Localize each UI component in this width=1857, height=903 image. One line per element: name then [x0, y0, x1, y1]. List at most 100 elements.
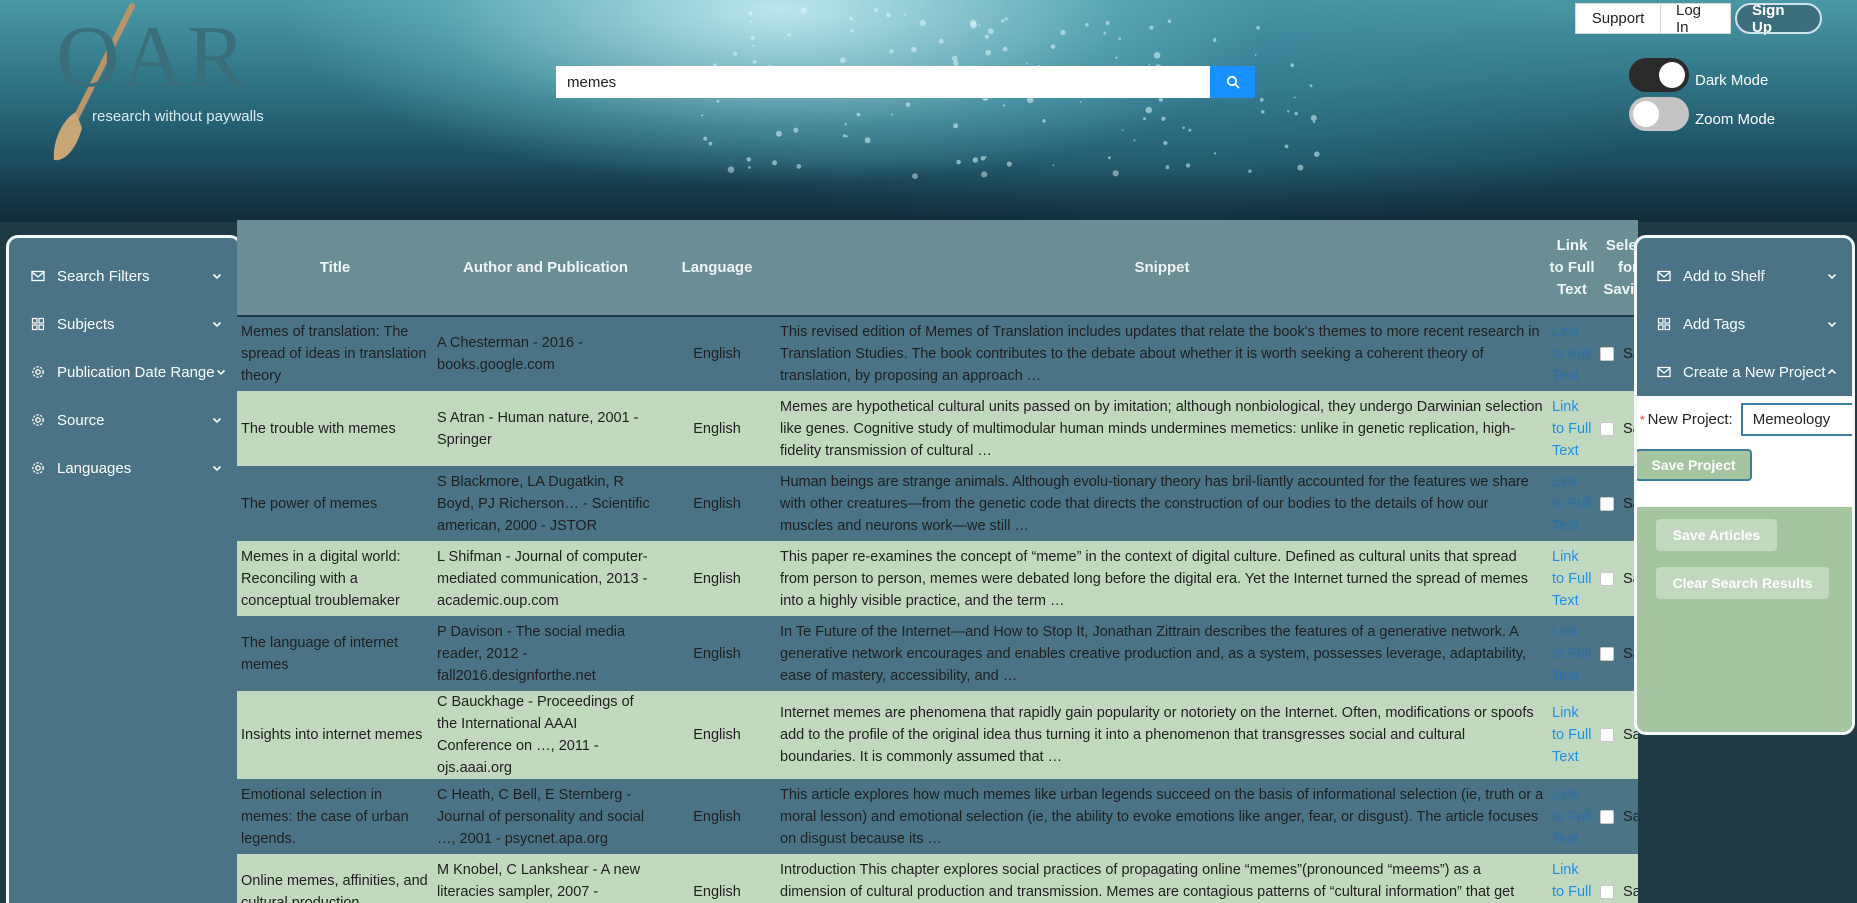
- mail-icon: [1657, 366, 1671, 378]
- new-project-input[interactable]: [1740, 403, 1852, 436]
- sidebar-item-label: Search Filters: [57, 267, 150, 285]
- bubble: [1314, 151, 1320, 157]
- save-articles-button[interactable]: Save Articles: [1656, 519, 1777, 551]
- column-header-language[interactable]: Language: [658, 220, 776, 316]
- action-add-tags[interactable]: Add Tags: [1637, 300, 1852, 348]
- mail-icon: [1657, 270, 1671, 282]
- bubble: [708, 141, 713, 146]
- bubble: [1103, 31, 1107, 35]
- login-button[interactable]: Log In: [1661, 2, 1731, 36]
- column-header-select[interactable]: Select for Saving: [1596, 220, 1638, 316]
- filter-sidebar: Search Filters Subjects Publication Date…: [6, 235, 242, 903]
- sidebar-item-source[interactable]: Source: [9, 396, 239, 444]
- bubble: [750, 20, 753, 23]
- sidebar-item-publication-date-range[interactable]: Publication Date Range: [9, 348, 239, 396]
- bubble: [1149, 25, 1154, 30]
- save-project-button[interactable]: Save Project: [1637, 449, 1752, 481]
- cell-snippet: This paper re-examines the concept of “m…: [776, 541, 1548, 616]
- action-label: Add to Shelf: [1683, 267, 1765, 285]
- zoom-mode-row: Zoom Mode: [1629, 97, 1775, 131]
- bubble: [864, 137, 871, 144]
- table-row: The language of internet memes P Davison …: [237, 616, 1638, 691]
- bubble: [1052, 164, 1055, 167]
- full-text-link[interactable]: Link to Full Text: [1552, 702, 1592, 768]
- top-navigation: Support Log In Sign Up: [1575, 2, 1822, 36]
- action-create-new-project[interactable]: Create a New Project: [1637, 348, 1852, 396]
- cell-select: Save: [1596, 616, 1638, 691]
- bubble: [703, 136, 708, 141]
- bubble: [1026, 62, 1029, 65]
- bubble: [752, 60, 757, 64]
- column-header-link[interactable]: Link to Full Text: [1548, 220, 1596, 316]
- bubble: [1003, 104, 1006, 107]
- bubble: [1188, 128, 1192, 132]
- bubble: [1108, 156, 1111, 160]
- bubble: [1079, 101, 1082, 103]
- bubble: [1312, 120, 1316, 124]
- bubble: [1042, 119, 1046, 123]
- gear-icon: [32, 462, 44, 474]
- cell-language: English: [658, 391, 776, 466]
- sidebar-item-label: Subjects: [57, 315, 115, 333]
- search-button[interactable]: [1210, 66, 1255, 98]
- bubble: [1158, 97, 1164, 102]
- sidebar-item-label: Source: [57, 411, 105, 429]
- bubble: [1004, 17, 1008, 21]
- bubble: [1182, 126, 1185, 130]
- full-text-link[interactable]: Link to Full Text: [1552, 784, 1592, 850]
- column-header-title[interactable]: Title: [237, 220, 433, 316]
- full-text-link[interactable]: Link to Full Text: [1552, 471, 1592, 537]
- full-text-link[interactable]: Link to Full Text: [1552, 321, 1592, 387]
- column-header-snippet[interactable]: Snippet: [776, 220, 1548, 316]
- bubble: [953, 123, 959, 129]
- cell-author: P Davison - The social media reader, 201…: [433, 616, 658, 691]
- save-checkbox[interactable]: [1600, 728, 1614, 743]
- sidebar-item-search-filters[interactable]: Search Filters: [9, 252, 239, 300]
- column-header-author[interactable]: Author and Publication: [433, 220, 658, 316]
- cell-link: Link to Full Text: [1548, 691, 1596, 779]
- bubble: [1085, 22, 1089, 27]
- save-checkbox[interactable]: [1600, 571, 1614, 586]
- bubble: [1310, 115, 1317, 121]
- clear-search-results-button[interactable]: Clear Search Results: [1656, 567, 1829, 599]
- sidebar-item-languages[interactable]: Languages: [9, 444, 239, 492]
- cell-link: Link to Full Text: [1548, 616, 1596, 691]
- bubble: [1145, 106, 1153, 114]
- bubble: [1001, 19, 1005, 23]
- bubble: [1213, 38, 1217, 42]
- dark-mode-toggle[interactable]: [1629, 58, 1689, 92]
- bubble: [1133, 139, 1136, 142]
- save-checkbox[interactable]: [1600, 496, 1614, 511]
- action-add-to-shelf[interactable]: Add to Shelf: [1637, 252, 1852, 300]
- save-checkbox[interactable]: [1600, 646, 1614, 661]
- full-text-link[interactable]: Link to Full Text: [1552, 396, 1592, 462]
- bubble: [984, 156, 987, 159]
- grid-icon: [1657, 317, 1671, 331]
- cell-title: Emotional selection in memes: the case o…: [237, 779, 433, 854]
- toggle-knob: [1633, 101, 1659, 127]
- zoom-mode-toggle[interactable]: [1629, 97, 1689, 131]
- save-label: Save: [1623, 808, 1638, 825]
- bubble: [1167, 19, 1172, 24]
- oar-logo[interactable]: OAR research without paywalls: [24, 0, 284, 170]
- save-checkbox[interactable]: [1600, 421, 1614, 436]
- table-row: Online memes, affinities, and cultural p…: [237, 854, 1638, 903]
- full-text-link[interactable]: Link to Full Text: [1552, 546, 1592, 612]
- action-label: Create a New Project: [1683, 363, 1826, 381]
- sidebar-item-subjects[interactable]: Subjects: [9, 300, 239, 348]
- save-checkbox[interactable]: [1600, 809, 1614, 824]
- bubble: [985, 49, 991, 56]
- signup-button[interactable]: Sign Up: [1735, 2, 1822, 36]
- search-input[interactable]: [556, 66, 1210, 98]
- full-text-link[interactable]: Link to Full Text: [1552, 621, 1592, 687]
- full-text-link[interactable]: Link to Full Text: [1552, 859, 1592, 903]
- save-checkbox[interactable]: [1600, 347, 1614, 362]
- save-checkbox[interactable]: [1600, 884, 1614, 899]
- support-button[interactable]: Support: [1575, 3, 1661, 34]
- new-project-row: * New Project:: [1637, 403, 1852, 436]
- bubble: [796, 164, 802, 169]
- bubble: [874, 8, 878, 12]
- dark-mode-label: Dark Mode: [1695, 71, 1769, 89]
- bubble: [1163, 140, 1168, 146]
- toggle-knob: [1659, 62, 1685, 88]
